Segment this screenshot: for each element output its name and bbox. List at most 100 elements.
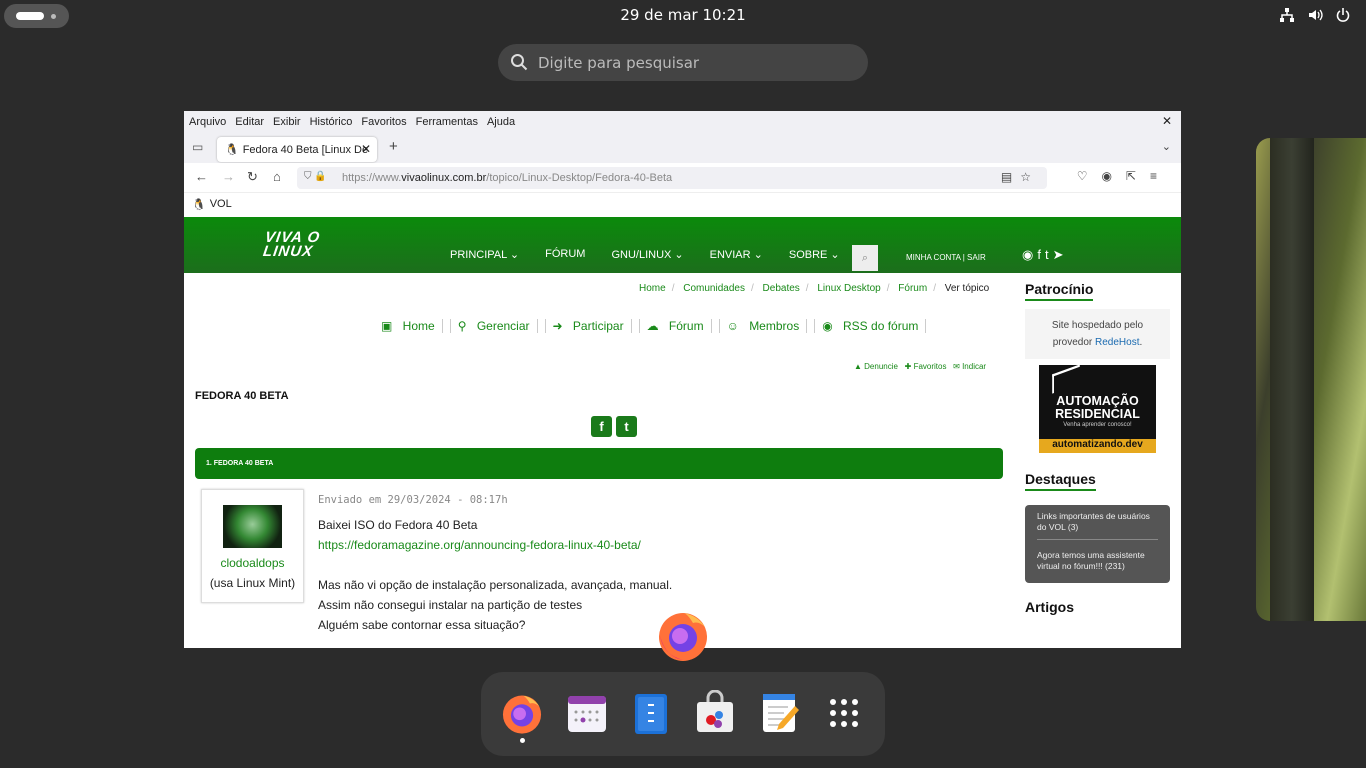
menu-ferramentas[interactable]: Ferramentas [416, 116, 478, 128]
menu-historico[interactable]: Histórico [310, 116, 353, 128]
breadcrumb: Home / Comunidades / Debates / Linux Deskto… [639, 283, 990, 294]
report-link[interactable]: ▲ Denuncie [854, 362, 898, 371]
facebook-share-icon[interactable]: f [591, 416, 612, 437]
post-link[interactable]: https://fedoramagazine.org/announcing-fe… [318, 535, 672, 555]
crumb-current: Ver tópico [944, 283, 990, 294]
rss-icon[interactable]: ◉ [1022, 247, 1037, 262]
tab-list-icon[interactable]: ▭ [192, 140, 203, 154]
subnav-rss[interactable]: ◉ RSS do fórum [815, 319, 933, 333]
volume-icon[interactable] [1306, 5, 1324, 25]
nav-gnulinux[interactable]: GNU/LINUX ⌄ [611, 248, 683, 261]
firefox-icon[interactable] [654, 606, 712, 664]
subnav-forum[interactable]: ☁ Fórum [640, 319, 720, 333]
crumb-forum[interactable]: Fórum [898, 283, 927, 294]
twitter-share-icon[interactable]: t [616, 416, 637, 437]
account-links[interactable]: MINHA CONTA | SAIR [906, 253, 986, 262]
search-placeholder: Digite para pesquisar [538, 53, 700, 72]
crumb-linux-desktop[interactable]: Linux Desktop [817, 283, 880, 294]
menu-editar[interactable]: Editar [235, 116, 264, 128]
reader-bookmark-icon[interactable]: ▤☆ [1001, 170, 1039, 184]
post-line: Alguém sabe contornar essa situação? [318, 618, 526, 632]
topic-actions: ▲ Denuncie ✚ Favoritos ✉ Indicar [854, 362, 986, 371]
bookmarks-bar: 🐧 VOL [184, 193, 1181, 215]
menu-exibir[interactable]: Exibir [273, 116, 301, 128]
tux-icon: 🐧 [192, 198, 206, 211]
share-buttons: f t [591, 416, 637, 437]
tab-active[interactable]: 🐧 Fedora 40 Beta [Linux De ✕ [217, 137, 377, 162]
nav-forum[interactable]: FÓRUM [545, 248, 585, 261]
files-icon[interactable] [628, 690, 674, 736]
browser-window: Arquivo Editar Exibir Histórico Favorito… [184, 111, 1181, 648]
nav-enviar[interactable]: ENVIAR ⌄ [710, 248, 763, 261]
site-logo[interactable]: VIVA O LINUX [262, 229, 322, 260]
nav-principal[interactable]: PRINCIPAL ⌄ [450, 248, 519, 261]
thread-header: 1. FEDORA 40 BETA [195, 448, 1003, 479]
facebook-icon[interactable]: f [1037, 247, 1045, 262]
activities-button[interactable] [4, 4, 69, 28]
menu-arquivo[interactable]: Arquivo [189, 116, 226, 128]
user-distro: (usa Linux Mint) [209, 576, 296, 590]
bookmark-vol[interactable]: VOL [210, 198, 232, 210]
forward-button[interactable]: → [222, 169, 235, 184]
share-link[interactable]: ✉ Indicar [953, 362, 986, 371]
firefox-icon[interactable] [499, 690, 545, 736]
workspace-dot [51, 14, 56, 19]
reload-button[interactable]: ↻ [247, 169, 258, 185]
chevron-down-icon[interactable]: ⌄ [1162, 140, 1171, 153]
subnav-membros[interactable]: ☺ Membros [720, 319, 816, 333]
page-title: FEDORA 40 BETA [195, 390, 289, 402]
username-link[interactable]: clodoaldops [202, 556, 303, 570]
clock[interactable]: 29 de mar 10:21 [560, 6, 806, 24]
main-nav: PRINCIPAL ⌄ FÓRUM GNU/LINUX ⌄ ENVIAR ⌄ S… [450, 248, 840, 261]
workspace-indicator [16, 12, 44, 20]
app-grid-icon[interactable] [821, 690, 867, 736]
calendar-icon[interactable] [564, 690, 610, 736]
telegram-icon[interactable]: ➤ [1053, 247, 1068, 262]
nav-sobre[interactable]: SOBRE ⌄ [789, 248, 840, 261]
subnav-participar[interactable]: ➜ Participar [546, 319, 640, 333]
crumb-home[interactable]: Home [639, 283, 666, 294]
post-meta: Enviado em 29/03/2024 - 08:17h [318, 494, 508, 506]
sponsor-heading: Patrocínio [1025, 281, 1094, 301]
twitter-icon[interactable]: t [1045, 247, 1053, 262]
network-icon[interactable] [1278, 5, 1296, 25]
list-item[interactable]: Agora temos uma assistente virtual no fó… [1037, 539, 1158, 578]
close-window-button[interactable]: ✕ [1162, 114, 1172, 128]
subnav-home[interactable]: ▣ Home [374, 319, 451, 333]
menu-ajuda[interactable]: Ajuda [487, 116, 515, 128]
toolbar-icons[interactable]: ♡◉⇱≡ [1077, 169, 1171, 183]
new-tab-button[interactable]: + [389, 138, 398, 155]
ad-banner[interactable]: AUTOMAÇÃO RESIDENCIAL Venha aprender cono… [1039, 364, 1156, 453]
user-card: clodoaldops (usa Linux Mint) [201, 489, 304, 603]
subnav-gerenciar[interactable]: ⚲ Gerenciar [451, 319, 546, 333]
tux-favicon-icon: 🐧 [225, 144, 239, 156]
favorite-link[interactable]: ✚ Favoritos [905, 362, 947, 371]
ad-url: automatizando.dev [1039, 439, 1156, 453]
software-store-icon[interactable] [692, 689, 738, 736]
site-header: VIVA O LINUX PRINCIPAL ⌄ FÓRUM GNU/LINUX … [184, 217, 1181, 273]
text-editor-icon[interactable] [757, 690, 803, 736]
power-icon[interactable] [1334, 5, 1352, 25]
search-input[interactable]: Digite para pesquisar [498, 44, 868, 81]
back-button[interactable]: ← [195, 169, 208, 184]
ad-title: AUTOMAÇÃO RESIDENCIAL [1055, 394, 1140, 421]
house-icon [1052, 364, 1080, 394]
list-item[interactable]: Links importantes de usuários do VOL (3) [1037, 510, 1158, 539]
workspace-preview[interactable] [1256, 138, 1366, 621]
navigation-bar: ← → ↻ ⌂ ⛉ 🔒 https://www. vivaolinux.com.b… [184, 163, 1181, 193]
avatar[interactable] [223, 505, 282, 548]
menu-favoritos[interactable]: Favoritos [361, 116, 406, 128]
home-button[interactable]: ⌂ [273, 169, 281, 184]
site-search-button[interactable]: ⌕ [852, 245, 878, 271]
shield-lock-icon[interactable]: ⛉ 🔒 [304, 171, 327, 182]
social-icons[interactable]: ◉ft➤ [1022, 247, 1068, 263]
menu-bar: Arquivo Editar Exibir Histórico Favorito… [184, 111, 1181, 133]
tab-bar: ▭ 🐧 Fedora 40 Beta [Linux De ✕ + ⌄ [184, 133, 1181, 163]
tab-close-button[interactable]: ✕ [361, 142, 371, 156]
crumb-debates[interactable]: Debates [763, 283, 800, 294]
sponsor-link[interactable]: RedeHost [1095, 337, 1139, 348]
system-tray[interactable] [1278, 5, 1352, 25]
url-bar[interactable]: ⛉ 🔒 https://www. vivaolinux.com.br/topico… [297, 167, 1047, 189]
crumb-comunidades[interactable]: Comunidades [683, 283, 745, 294]
post-line: Mas não vi opção de instalação personali… [318, 578, 673, 592]
